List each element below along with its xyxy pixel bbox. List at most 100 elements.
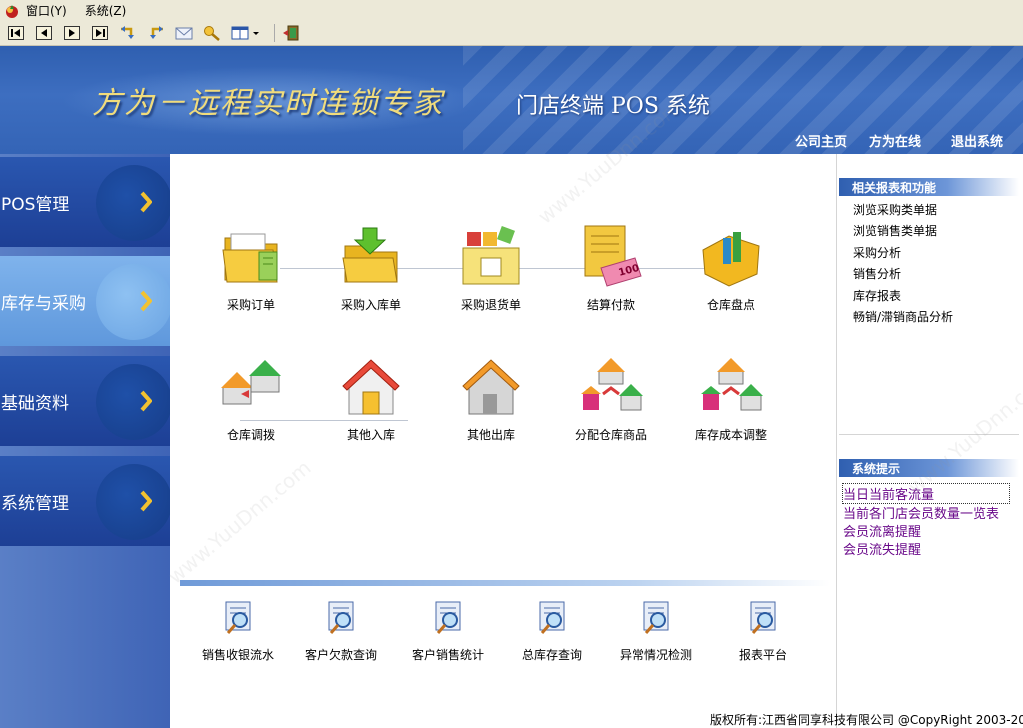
prev-record-icon[interactable]	[34, 24, 54, 42]
sidebar-item-system-mgmt[interactable]: 系统管理	[0, 456, 170, 546]
related-link[interactable]: 浏览销售类单据	[853, 222, 937, 239]
toolbar	[0, 21, 1023, 46]
report-magnifier-icon	[328, 601, 354, 634]
sidebar-item-label: POS管理	[1, 194, 70, 215]
dropdown-arrow-icon[interactable]	[252, 24, 260, 42]
module-purchase-order[interactable]: 采购订单	[196, 224, 306, 311]
folder-chart-icon	[702, 232, 760, 287]
right-panel: 相关报表和功能 浏览采购类单据 浏览销售类单据 采购分析 销售分析 库存报表 畅…	[836, 154, 1023, 728]
module-purchase-return[interactable]: 采购退货单	[436, 224, 546, 311]
toolbar-separator	[274, 24, 275, 42]
report-sales-cash-flow[interactable]: 销售收银流水	[188, 600, 288, 663]
folder-download-icon	[342, 227, 398, 283]
nav-circle	[96, 364, 170, 440]
first-record-icon[interactable]	[6, 24, 26, 42]
houses-transfer-icon	[221, 360, 281, 405]
report-total-stock[interactable]: 总库存查询	[502, 600, 602, 663]
tip-link[interactable]: 当前各门店会员数量一览表	[843, 503, 999, 522]
module-label: 结算付款	[586, 298, 635, 312]
module-label: 采购入库单	[340, 298, 401, 312]
related-link[interactable]: 库存报表	[853, 287, 901, 304]
import-icon[interactable]	[118, 24, 138, 42]
report-anomaly-check[interactable]: 异常情况检测	[606, 600, 706, 663]
related-link[interactable]: 销售分析	[853, 265, 901, 282]
report-label: 异常情况检测	[619, 648, 692, 662]
exit-door-icon[interactable]	[281, 24, 301, 42]
report-magnifier-icon	[435, 601, 461, 634]
sidebar: POS管理 库存与采购 基础资料 系统管理	[0, 154, 170, 728]
module-stock-cost-adjust[interactable]: 库存成本调整	[676, 354, 786, 441]
tip-link[interactable]: 会员流失提醒	[843, 539, 921, 558]
module-label: 其他入库	[346, 428, 395, 442]
link-fangwei-online[interactable]: 方为在线	[869, 131, 921, 150]
report-label: 总库存查询	[521, 648, 582, 662]
link-company-home[interactable]: 公司主页	[795, 131, 847, 150]
report-label: 销售收银流水	[201, 648, 274, 662]
copyright-footer: 版权所有:江西省同享科技有限公司 @CopyRight 2003-2011	[710, 713, 1023, 727]
sidebar-item-inventory[interactable]: 库存与采购	[0, 256, 170, 346]
report-magnifier-icon	[539, 601, 565, 634]
app-logo-icon	[6, 4, 18, 18]
chevron-right-icon	[140, 191, 152, 213]
layout-icon[interactable]	[230, 24, 250, 42]
sidebar-item-basic-data[interactable]: 基础资料	[0, 356, 170, 446]
module-label: 其他出库	[466, 428, 515, 442]
next-record-icon[interactable]	[62, 24, 82, 42]
tip-link[interactable]: 当日当前客流量	[842, 483, 1010, 504]
invoice-money-icon: 100	[584, 225, 642, 287]
module-purchase-receipt[interactable]: 采购入库单	[316, 224, 426, 311]
sidebar-item-label: 系统管理	[1, 493, 69, 514]
houses-distribute-icon	[581, 358, 643, 411]
houses-distribute-icon	[701, 358, 763, 411]
report-label: 报表平台	[738, 648, 787, 662]
last-record-icon[interactable]	[90, 24, 110, 42]
report-label: 客户欠款查询	[304, 648, 377, 662]
report-platform[interactable]: 报表平台	[713, 600, 813, 663]
menubar: 窗口(Y) 系统(Z)	[0, 0, 1023, 21]
module-label: 采购退货单	[460, 298, 521, 312]
section-divider	[180, 580, 830, 586]
module-other-stock-out[interactable]: 其他出库	[436, 354, 546, 441]
module-label: 仓库盘点	[706, 298, 755, 312]
module-settlement-payment[interactable]: 100 结算付款	[556, 224, 666, 311]
mail-icon[interactable]	[174, 24, 194, 42]
module-label: 仓库调拨	[226, 428, 275, 442]
report-customer-debt[interactable]: 客户欠款查询	[291, 600, 391, 663]
module-stock-count[interactable]: 仓库盘点	[676, 224, 786, 311]
module-label: 采购订单	[226, 298, 275, 312]
nav-circle	[96, 264, 170, 340]
product-title: 门店终端 POS 系统	[516, 94, 710, 119]
report-magnifier-icon	[225, 601, 251, 634]
module-panel: 采购订单 采购入库单 采购退货单 100 结算付款 仓库盘点 仓库调拨 其他入库…	[170, 154, 836, 728]
folder-documents-icon	[222, 233, 278, 283]
report-magnifier-icon	[750, 601, 776, 634]
panel-separator	[839, 434, 1019, 435]
tip-link[interactable]: 会员流离提醒	[843, 521, 921, 540]
chevron-right-icon	[140, 390, 152, 412]
module-label: 库存成本调整	[694, 428, 767, 442]
chevron-right-icon	[140, 490, 152, 512]
menu-window[interactable]: 窗口(Y)	[26, 2, 67, 19]
module-label: 分配仓库商品	[574, 428, 647, 442]
menu-system[interactable]: 系统(Z)	[85, 2, 127, 19]
report-label: 客户销售统计	[411, 648, 484, 662]
link-exit-system[interactable]: 退出系统	[951, 131, 1003, 150]
sidebar-item-label: 基础资料	[1, 393, 69, 414]
export-icon[interactable]	[146, 24, 166, 42]
related-link[interactable]: 畅销/滞销商品分析	[853, 308, 953, 325]
related-link[interactable]: 采购分析	[853, 244, 901, 261]
report-magnifier-icon	[643, 601, 669, 634]
module-allocate-warehouse-goods[interactable]: 分配仓库商品	[556, 354, 666, 441]
search-key-icon[interactable]	[202, 24, 222, 42]
brand-slogan: 方为－远程实时连锁专家	[92, 86, 444, 121]
report-customer-sales[interactable]: 客户销售统计	[398, 600, 498, 663]
module-warehouse-transfer[interactable]: 仓库调拨	[196, 354, 306, 441]
related-panel-title: 相关报表和功能	[839, 178, 1019, 196]
related-link[interactable]: 浏览采购类单据	[853, 201, 937, 218]
chevron-right-icon	[140, 290, 152, 312]
sidebar-item-label: 库存与采购	[1, 293, 86, 314]
module-other-stock-in[interactable]: 其他入库	[316, 354, 426, 441]
house-icon	[342, 359, 400, 415]
sidebar-item-pos[interactable]: POS管理	[0, 157, 170, 247]
tips-panel-title: 系统提示	[839, 459, 1019, 477]
